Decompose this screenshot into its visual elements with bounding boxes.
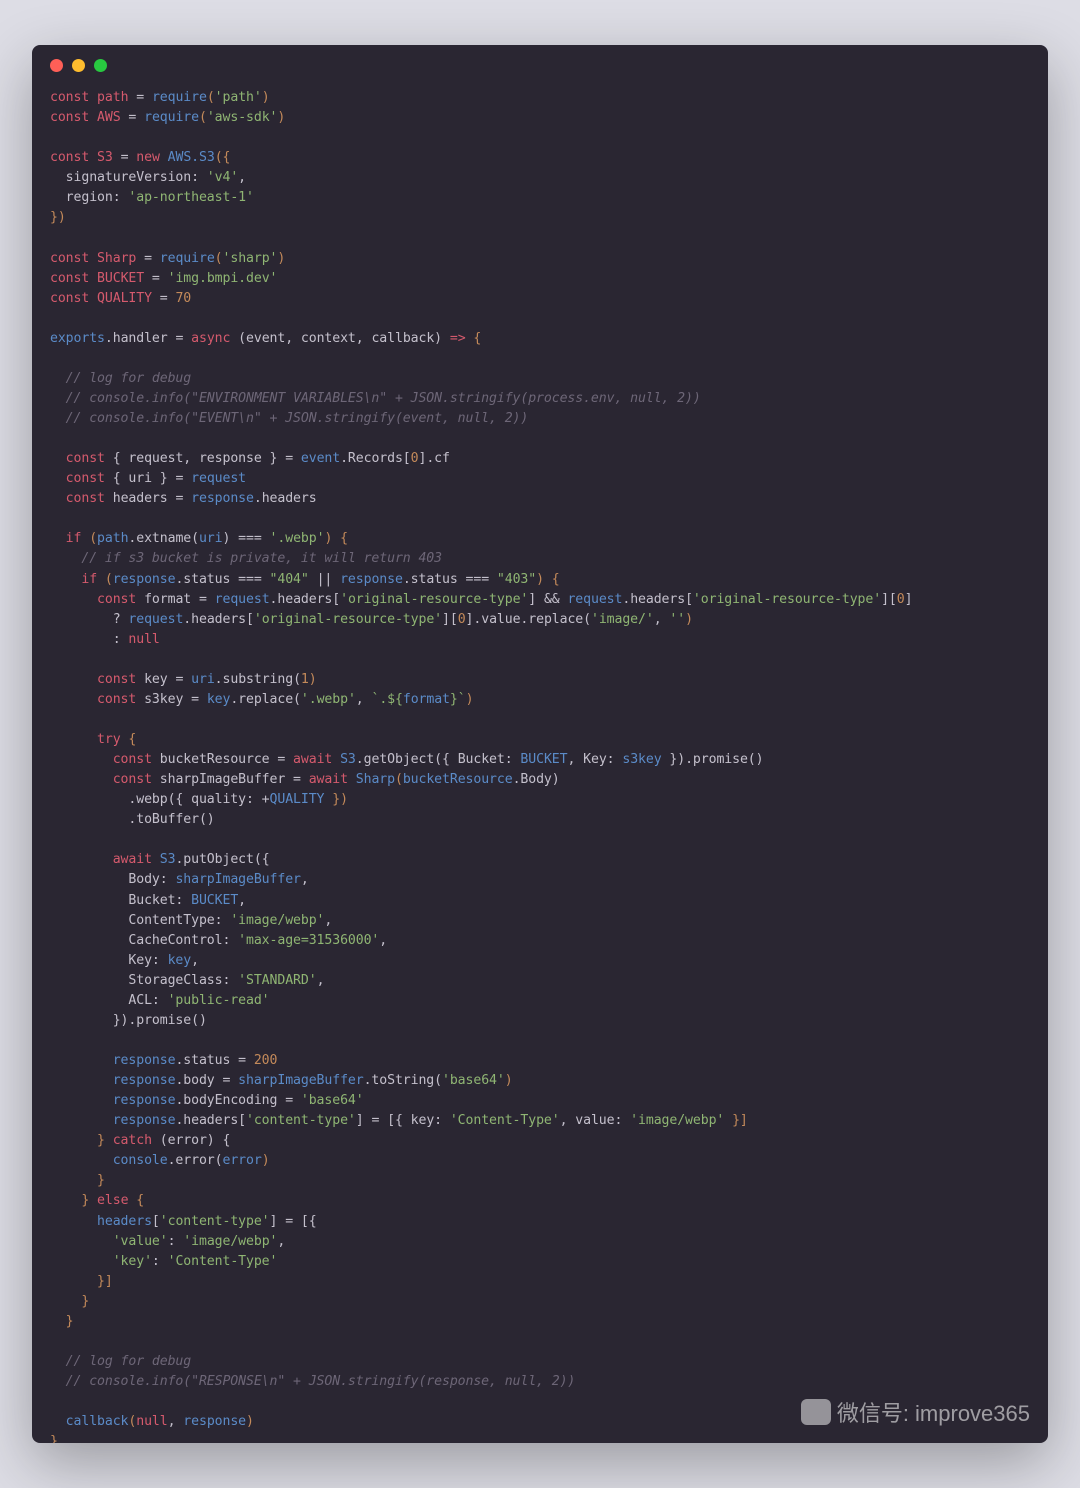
wechat-icon — [801, 1399, 831, 1425]
titlebar — [32, 45, 1048, 78]
minimize-icon[interactable] — [72, 59, 85, 72]
keyword: const — [50, 90, 89, 105]
maximize-icon[interactable] — [94, 59, 107, 72]
code-window: const path = require('path') const AWS =… — [32, 45, 1048, 1443]
watermark-text: 微信号: improve365 — [837, 1396, 1030, 1428]
code-content: const path = require('path') const AWS =… — [32, 78, 1048, 1443]
close-icon[interactable] — [50, 59, 63, 72]
watermark: 微信号: improve365 — [801, 1396, 1030, 1428]
